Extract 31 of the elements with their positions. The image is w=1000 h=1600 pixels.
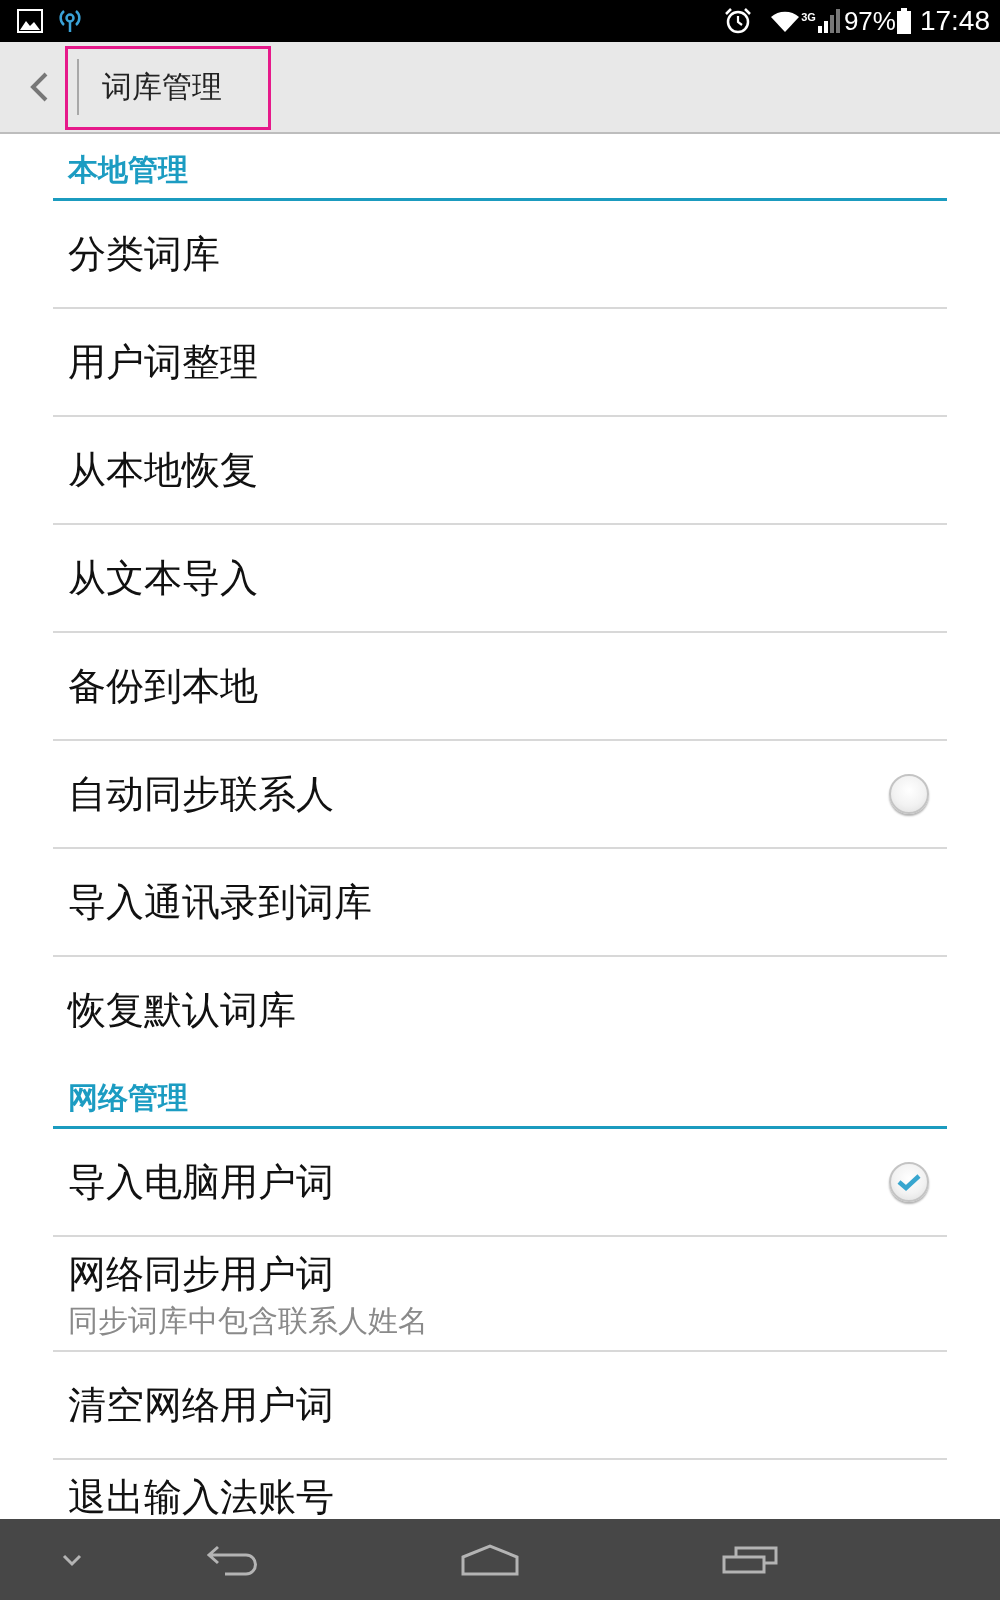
checkbox[interactable] [889,1162,929,1202]
checkmark-icon [897,1173,921,1191]
settings-item[interactable]: 从文本导入 [53,525,947,633]
settings-item[interactable]: 从本地恢复 [53,417,947,525]
section-title: 本地管理 [68,153,188,187]
settings-item[interactable]: 网络同步用户词 同步词库中包含联系人姓名 [53,1237,947,1352]
alarm-clock-icon [724,7,753,35]
image-icon [17,9,43,33]
settings-item[interactable]: 分类词库 [53,201,947,309]
screen-title: 词库管理 [102,68,222,106]
recent-apps-icon[interactable] [722,1545,778,1574]
settings-item[interactable]: 用户词整理 [53,309,947,417]
chevron-down-icon[interactable] [62,1552,82,1567]
section-title: 网络管理 [68,1081,188,1115]
settings-item[interactable]: 导入电脑用户词 [53,1129,947,1237]
home-icon[interactable] [461,1543,519,1576]
battery-percent: 97% [843,5,896,37]
battery-icon [896,8,911,34]
signal-icon [817,9,840,33]
settings-item[interactable]: 自动同步联系人 [53,741,947,849]
back-icon[interactable] [205,1543,259,1576]
wireless-icon [57,9,83,33]
clock-time: 17:48 [919,5,990,37]
settings-item[interactable]: 备份到本地 [53,633,947,741]
settings-item[interactable]: 退出输入法账号 [53,1460,947,1519]
settings-item[interactable]: 清空网络用户词 [53,1352,947,1460]
checkbox[interactable] [889,774,929,814]
network-type: 3G [801,11,816,23]
settings-item[interactable]: 导入通讯录到词库 [53,849,947,957]
wifi-icon [770,9,801,33]
settings-item[interactable]: 恢复默认词库 [53,957,947,1062]
